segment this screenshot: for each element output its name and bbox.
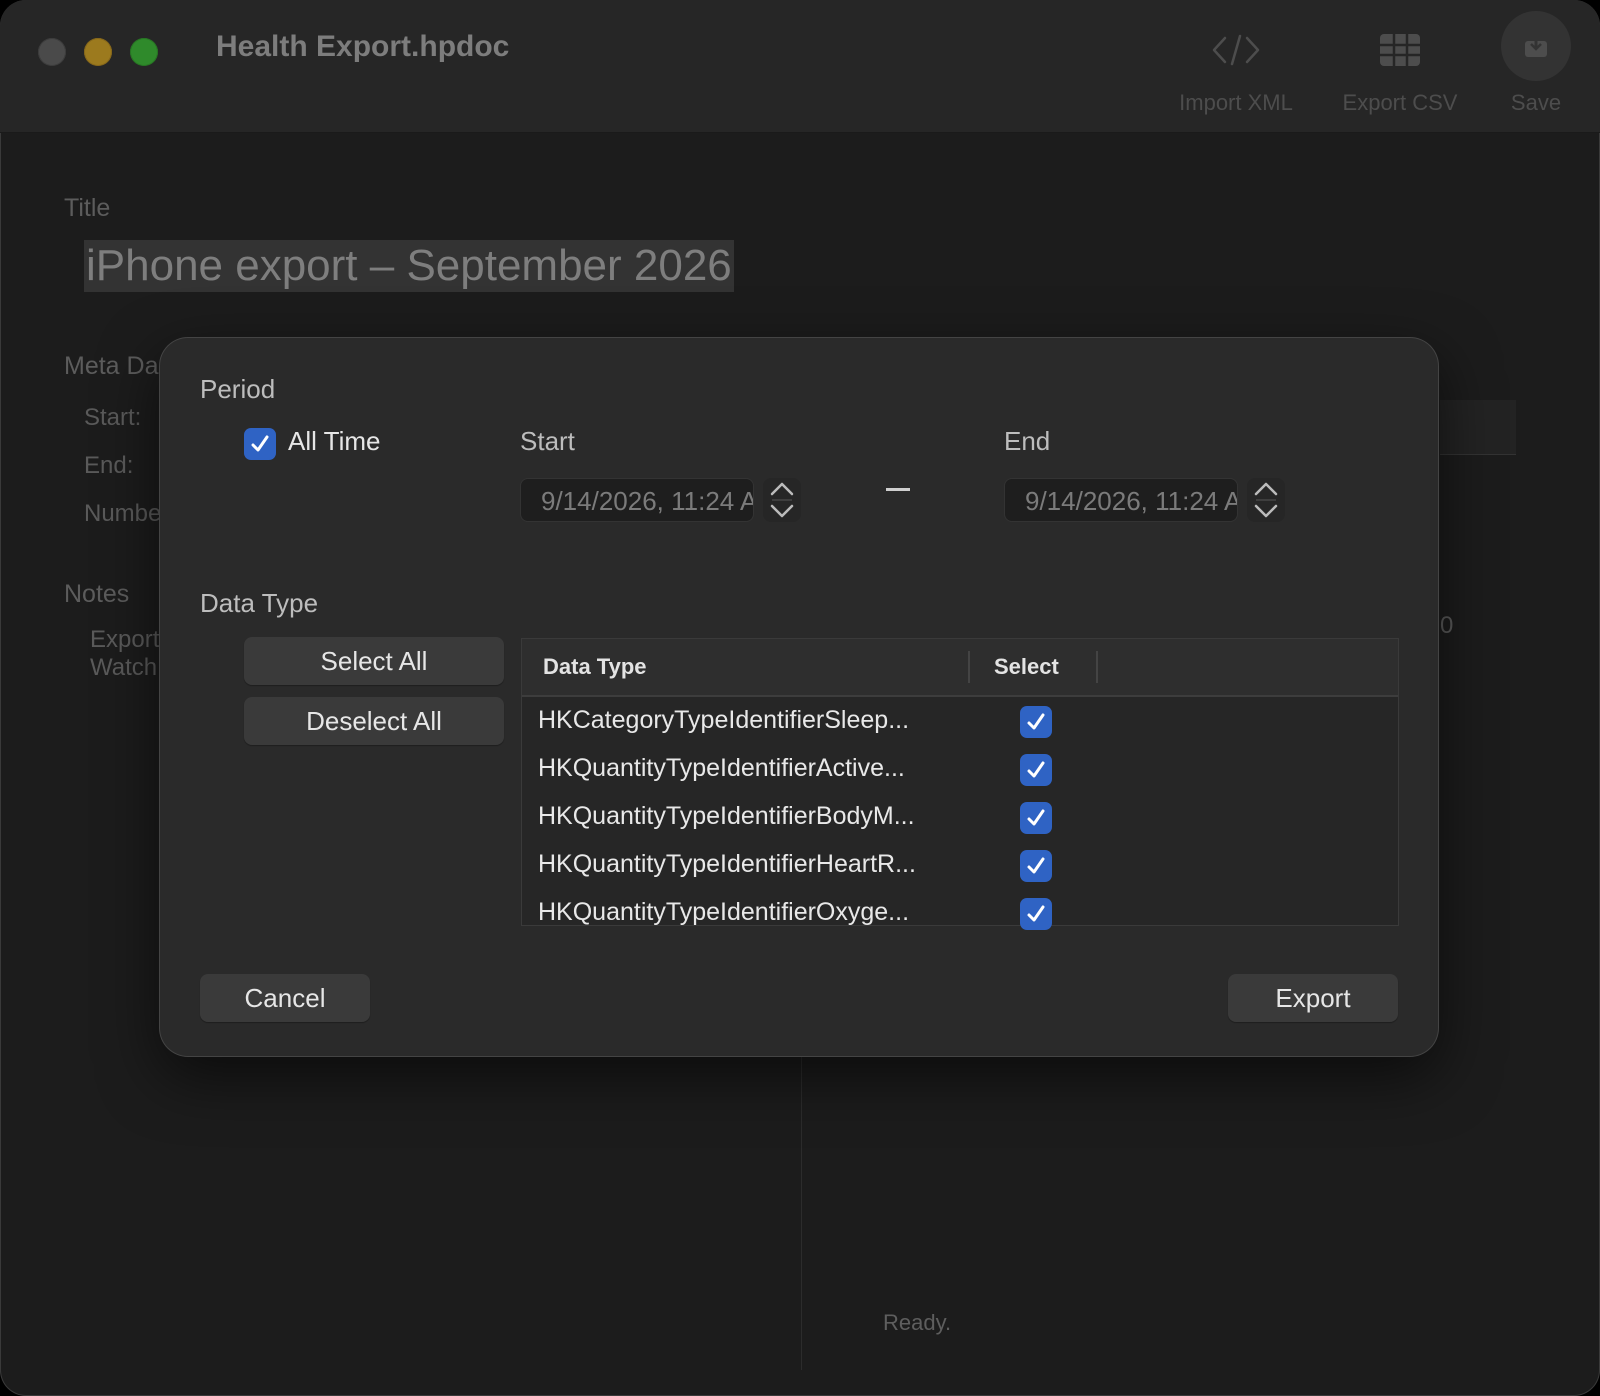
period-label: Period xyxy=(200,374,276,404)
table-icon xyxy=(1330,24,1470,76)
checkmark-icon xyxy=(1027,905,1045,922)
meta-end-label: End: xyxy=(84,452,134,479)
checkmark-icon xyxy=(1027,761,1045,778)
close-window-button[interactable] xyxy=(38,38,66,66)
checkmark-icon xyxy=(1027,809,1045,826)
table-row[interactable]: HKQuantityTypeIdentifierActive... xyxy=(522,745,1398,793)
divider xyxy=(1440,454,1516,455)
right-panel-header xyxy=(1440,400,1516,454)
notes-line-2: Watch xyxy=(90,654,158,681)
column-header-data-type[interactable]: Data Type xyxy=(543,654,647,680)
code-icon xyxy=(1166,24,1306,76)
export-button[interactable]: Export xyxy=(1228,974,1398,1022)
end-date-stepper[interactable] xyxy=(1247,478,1285,522)
data-type-name: HKQuantityTypeIdentifierBodyM... xyxy=(538,802,915,830)
window-title: Health Export.hpdoc xyxy=(216,30,510,63)
title-bar: Health Export.hpdoc Import XML Export CS… xyxy=(0,0,1600,133)
notes-line-1: Export xyxy=(90,626,160,653)
meta-number-label: Numbe xyxy=(84,500,162,527)
row-select-checkbox[interactable] xyxy=(1020,802,1052,834)
meta-start-label: Start: xyxy=(84,404,142,431)
column-header-select[interactable]: Select xyxy=(994,654,1059,680)
data-type-label: Data Type xyxy=(200,588,319,618)
import-xml-label: Import XML xyxy=(1179,90,1293,115)
row-select-checkbox[interactable] xyxy=(1020,754,1052,786)
vertical-divider xyxy=(801,1040,802,1370)
column-separator[interactable] xyxy=(1096,651,1098,683)
cancel-button[interactable]: Cancel xyxy=(200,974,370,1022)
data-type-table: Data Type Select HKCategoryTypeIdentifie… xyxy=(521,638,1399,930)
data-type-name: HKQuantityTypeIdentifierActive... xyxy=(538,754,905,782)
stepper-arrows-icon xyxy=(1254,482,1278,518)
import-xml-button[interactable]: Import XML xyxy=(1166,24,1306,116)
checkmark-icon xyxy=(1027,857,1045,874)
select-all-button[interactable]: Select All xyxy=(244,637,504,685)
zoom-window-button[interactable] xyxy=(130,38,158,66)
save-label: Save xyxy=(1510,90,1562,115)
all-time-label: All Time xyxy=(288,426,381,456)
row-select-checkbox[interactable] xyxy=(1020,898,1052,930)
row-select-checkbox[interactable] xyxy=(1020,850,1052,882)
data-type-name: HKCategoryTypeIdentifierSleep... xyxy=(538,706,910,734)
export-csv-label: Export CSV xyxy=(1342,90,1458,115)
stepper-arrows-icon xyxy=(770,482,794,518)
table-row[interactable]: HKQuantityTypeIdentifierOxyge... xyxy=(522,889,1398,937)
table-row[interactable]: HKQuantityTypeIdentifierHeartR... xyxy=(522,841,1398,889)
export-csv-button[interactable]: Export CSV xyxy=(1330,24,1470,116)
title-section-label: Title xyxy=(64,194,111,222)
data-type-name: HKQuantityTypeIdentifierHeartR... xyxy=(538,850,916,878)
status-text: Ready. xyxy=(883,1310,952,1335)
save-button[interactable]: Save xyxy=(1496,11,1576,116)
notes-label: Notes xyxy=(64,580,130,608)
right-panel-fragment: 0 xyxy=(1440,612,1454,639)
deselect-all-button[interactable]: Deselect All xyxy=(244,697,504,745)
range-dash xyxy=(886,488,910,491)
export-dialog: Period All Time Start 9/14/2026, 11:24 A… xyxy=(160,338,1438,1056)
table-row[interactable]: HKCategoryTypeIdentifierSleep... xyxy=(522,697,1398,745)
start-date-field[interactable]: 9/14/2026, 11:24 AM xyxy=(520,478,754,522)
all-time-checkbox[interactable] xyxy=(244,428,276,460)
end-date-label: End xyxy=(1004,426,1051,456)
end-date-field[interactable]: 9/14/2026, 11:24 AM xyxy=(1004,478,1238,522)
data-type-name: HKQuantityTypeIdentifierOxyge... xyxy=(538,898,910,926)
main-window: Health Export.hpdoc Import XML Export CS… xyxy=(0,0,1600,1396)
start-date-label: Start xyxy=(520,426,575,456)
checkmark-icon xyxy=(1027,713,1045,730)
meta-data-label: Meta Da xyxy=(64,352,159,380)
checkmark-icon xyxy=(251,435,269,452)
save-icon xyxy=(1496,11,1576,81)
start-date-stepper[interactable] xyxy=(763,478,801,522)
row-select-checkbox[interactable] xyxy=(1020,706,1052,738)
table-header: Data Type Select xyxy=(522,639,1398,697)
column-separator[interactable] xyxy=(968,651,970,683)
table-row[interactable]: HKQuantityTypeIdentifierBodyM... xyxy=(522,793,1398,841)
document-title-field[interactable]: iPhone export – September 2026 xyxy=(84,240,734,292)
minimize-window-button[interactable] xyxy=(84,38,112,66)
